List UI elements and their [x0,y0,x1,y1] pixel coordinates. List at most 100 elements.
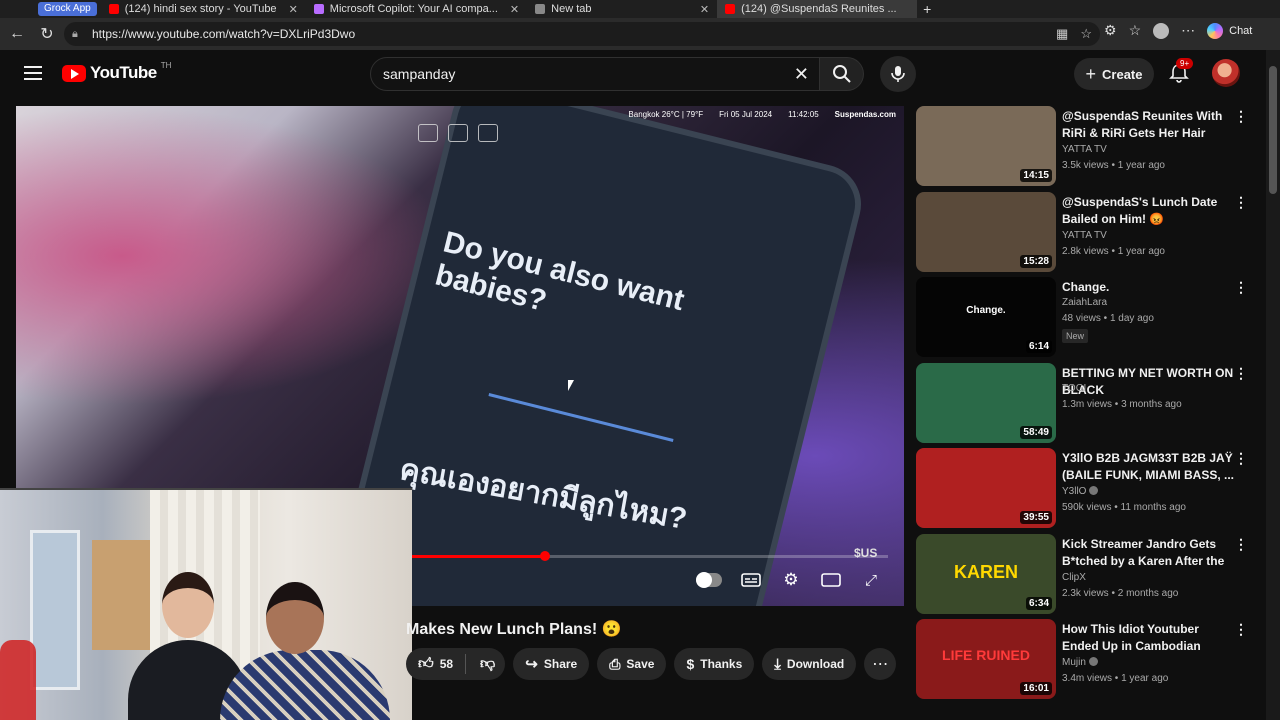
more-vertical-icon[interactable]: ⋮ [1234,450,1248,467]
favorite-star-icon[interactable]: ☆ [1080,26,1092,42]
browser-tab-3[interactable]: New tab ✕ [527,0,717,18]
like-button[interactable]: 👍︎ 58 [418,655,453,673]
autoplay-toggle[interactable] [696,572,722,588]
super-thanks-icon: $ [686,656,695,672]
recommended-video[interactable]: 15:28 @SuspendaS's Lunch Date Bailed on H… [916,191,1256,272]
picture-in-picture-icon[interactable] [448,124,468,142]
favorites-icon[interactable]: ☆ [1129,22,1142,39]
video-meta: 3.4m views • 1 year ago [1062,673,1169,684]
video-meta: 590k views • 11 months ago [1062,502,1186,513]
clear-search-icon[interactable]: ✕ [794,64,809,85]
recommended-video[interactable]: 6:34 KAREN Kick Streamer Jandro Gets B*tch… [916,533,1256,614]
recommended-video[interactable]: 16:01 LIFE RUINED How This Idiot Youtuber … [916,619,1256,699]
more-vertical-icon[interactable]: ⋮ [1234,279,1248,296]
video-duration: 16:01 [1020,682,1052,695]
microphone-icon [891,66,905,82]
share-button[interactable]: ↪ Share [513,648,590,680]
stream-overlay-info: Bangkok 26°C | 79°F Fri 05 Jul 2024 11:4… [628,110,896,119]
youtube-logo[interactable]: YouTube TH [62,61,171,83]
more-vertical-icon[interactable]: ⋮ [1234,536,1248,553]
video-duration: 58:49 [1020,425,1052,439]
video-meta: 2.3k views • 2 months ago [1062,587,1179,599]
download-button[interactable]: ⤓ Download [762,648,857,680]
channel-name-text: Mujin [1062,657,1086,668]
profile-icon[interactable] [1153,22,1170,39]
thanks-button[interactable]: $ Thanks [674,648,755,680]
mouse-cursor-icon [568,380,574,391]
user-avatar[interactable] [1212,59,1240,87]
recommended-video-title[interactable]: @SuspendaS Reunites With RiRi & RiRi Get… [1062,108,1234,142]
browser-tab-1-label: (124) hindi sex story - YouTube [124,3,277,15]
scrollbar-thumb[interactable] [1269,66,1277,194]
subtitles-icon[interactable] [740,572,762,588]
thumbs-down-icon[interactable]: 👎︎ [480,655,495,673]
recommended-video[interactable]: 58:49 BETTING MY NET WORTH ON BLACK TOGI 1.… [916,362,1256,443]
recommended-video[interactable]: 14:15 @SuspendaS Reunites With RiRi & RiR… [916,106,1256,186]
close-tab-icon[interactable]: ✕ [700,3,709,16]
video-duration: 15:28 [1020,254,1052,268]
browser-tab-1[interactable]: (124) hindi sex story - YouTube ✕ [101,0,306,18]
channel-name[interactable]: ClipX [1062,572,1086,583]
tab-group-grock-app[interactable]: Grock App [38,2,97,16]
video-thumbnail[interactable]: 39:55 [916,448,1056,528]
hamburger-menu-icon[interactable] [24,66,42,80]
theater-mode-icon[interactable] [820,572,842,588]
recommended-video-title[interactable]: Change. [1062,279,1234,296]
close-tab-icon[interactable]: ✕ [289,3,298,16]
settings-more-icon[interactable]: ⋯ [1181,22,1195,39]
recommended-video-title[interactable]: Kick Streamer Jandro Gets B*tched by a K… [1062,536,1234,570]
channel-name[interactable]: Mujin [1062,657,1098,668]
recommended-video-title[interactable]: @SuspendaS's Lunch Date Bailed on Him! 😡 [1062,194,1234,228]
thumbnail-text: LIFE RUINED [942,647,1030,663]
notes-icon[interactable] [478,124,498,142]
progress-bar[interactable] [412,551,888,561]
save-button[interactable]: ⎙ Save [597,648,667,680]
video-thumbnail[interactable]: 15:28 [916,191,1056,272]
more-actions-button[interactable]: ⋯ [864,648,897,680]
reload-icon[interactable]: ↻ [32,19,62,49]
app-grid-icon[interactable]: ▦ [1056,26,1068,42]
video-thumbnail[interactable]: 6:14 Change. [916,277,1056,357]
recommended-video-title[interactable]: BETTING MY NET WORTH ON BLACK [1062,365,1234,399]
channel-name-text: ZaiahLara [1062,297,1108,308]
copilot-favicon-icon [313,4,324,14]
recommended-video[interactable]: 6:14 Change. Change. ZaiahLara 48 views • 1 … [916,277,1256,357]
channel-name[interactable]: Y3llO [1062,486,1099,497]
video-thumbnail[interactable]: 16:01 LIFE RUINED [916,619,1056,699]
copilot-chat-button[interactable]: Chat [1207,22,1252,39]
browser-tab-2[interactable]: Microsoft Copilot: Your AI compa... ✕ [306,0,527,18]
settings-gear-icon[interactable]: ⚙ [780,570,802,589]
browser-tab-2-label: Microsoft Copilot: Your AI compa... [329,3,498,15]
more-vertical-icon[interactable]: ⋮ [1234,194,1248,211]
page-scrollbar[interactable] [1266,50,1280,720]
voice-search-button[interactable] [880,56,916,92]
recommended-video-title[interactable]: How This Idiot Youtuber Ended Up in Camb… [1062,621,1234,655]
channel-name[interactable]: TOGI [1062,383,1086,394]
video-thumbnail[interactable]: 14:15 [916,106,1056,186]
close-tab-icon[interactable]: ✕ [510,3,519,16]
new-tab-icon[interactable]: + [923,1,931,17]
fullscreen-icon[interactable]: ⤢ [860,572,882,589]
search-button[interactable] [820,57,864,91]
more-vertical-icon[interactable]: ⋮ [1234,621,1248,638]
youtube-play-icon [62,64,86,82]
video-thumbnail[interactable]: 6:34 KAREN [916,533,1056,614]
browser-tab-4[interactable]: (124) @SuspendaS Reunites ... [717,0,918,18]
back-arrow-icon[interactable]: ← [2,19,32,49]
video-meta: 3.5k views • 1 year ago [1062,160,1165,171]
recommended-video-title[interactable]: Y3llO B2B JAGM33T B2B JAŸ (BAILE FUNK, M… [1062,450,1234,484]
create-button[interactable]: + Create [1074,58,1154,90]
channel-name[interactable]: ZaiahLara [1062,297,1107,308]
channel-name[interactable]: YATTA TV [1062,230,1107,241]
recommended-video[interactable]: 39:55 Y3llO B2B JAGM33T B2B JAŸ (BAILE FU… [916,448,1256,528]
channel-name-text: TOGI [1062,382,1087,394]
overlay-site: Suspendas.com [834,110,896,119]
channel-name[interactable]: YATTA TV [1062,144,1107,155]
screenshot-icon[interactable] [418,124,438,142]
extensions-icon[interactable]: ⚙ [1104,22,1117,39]
more-vertical-icon[interactable]: ⋮ [1234,108,1248,125]
url-field[interactable]: 🔒︎ https://www.youtube.com/watch?v=DXLri… [64,22,1100,46]
search-input[interactable]: sampanday ✕ [370,57,820,91]
video-thumbnail[interactable]: 58:49 [916,362,1056,443]
more-vertical-icon[interactable]: ⋮ [1234,365,1248,382]
